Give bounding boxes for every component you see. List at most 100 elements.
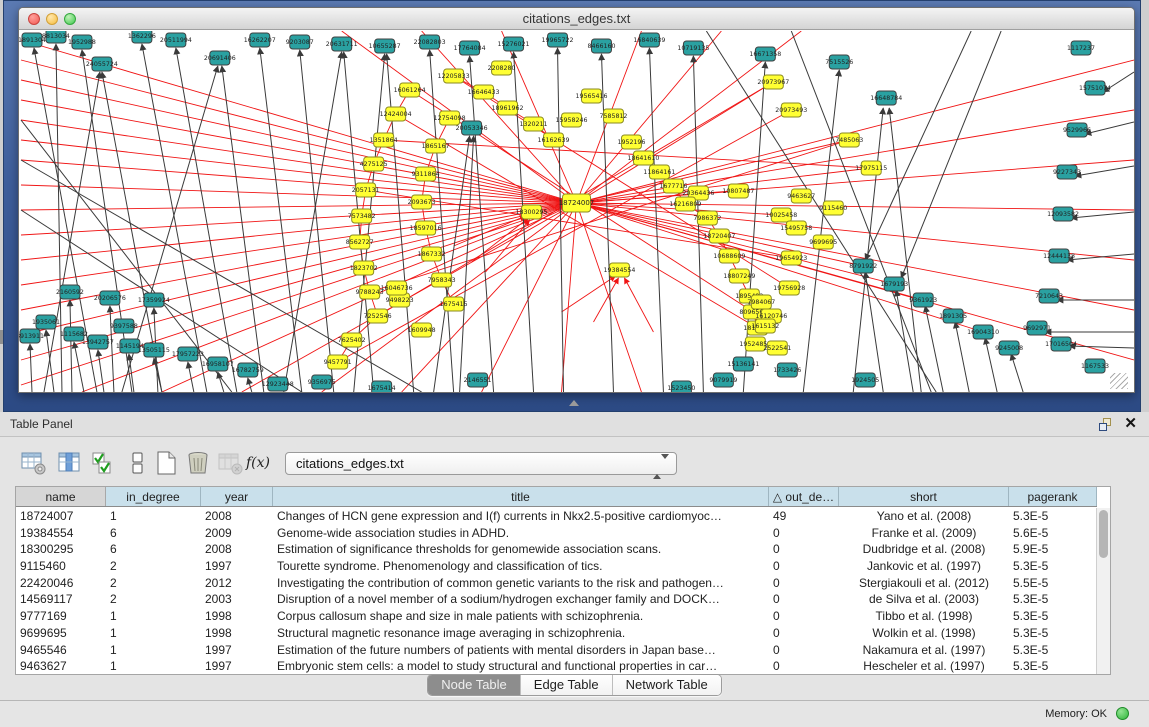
table-cell[interactable]: 18300295 — [16, 541, 106, 558]
table-cell[interactable]: 5.6E-5 — [1009, 525, 1097, 542]
graph-node[interactable]: 9203087 — [286, 35, 314, 49]
table-cell[interactable]: Estimation of the future numbers of pati… — [273, 642, 769, 659]
graph-node[interactable]: 9227343 — [1053, 165, 1081, 179]
graph-node[interactable]: 15276021 — [498, 37, 530, 51]
table-cell[interactable]: de Silva et al. (2003) — [839, 591, 1009, 608]
table-cell[interactable]: Wolkin et al. (1998) — [839, 625, 1009, 642]
table-cell[interactable]: Investigating the contribution of common… — [273, 575, 769, 592]
table-cell[interactable]: 49 — [769, 508, 839, 525]
new-column-icon[interactable] — [152, 450, 180, 476]
graph-node[interactable]: 16061264 — [394, 83, 426, 97]
window-resize-grip[interactable] — [1110, 373, 1128, 389]
table-header-cell[interactable]: in_degree — [106, 487, 201, 506]
table-row[interactable]: 946554611997Estimation of the future num… — [16, 642, 1097, 659]
graph-node[interactable]: 1924505 — [851, 373, 879, 387]
graph-node[interactable]: 1523450 — [667, 381, 695, 392]
table-cell[interactable]: Genome-wide association studies in ADHD. — [273, 525, 769, 542]
graph-node[interactable]: 2160592 — [56, 285, 84, 299]
graph-node[interactable]: 17764084 — [454, 41, 486, 55]
vertical-scrollbar[interactable] — [1096, 508, 1110, 674]
graph-node[interactable]: 1867332 — [418, 247, 446, 261]
delete-columns-icon[interactable] — [184, 450, 212, 476]
graph-node[interactable]: 1891305 — [939, 309, 967, 323]
table-cell[interactable]: 9699695 — [16, 625, 106, 642]
table-cell[interactable]: 2 — [106, 591, 201, 608]
window-close-button[interactable] — [28, 13, 40, 25]
table-row[interactable]: 1938455462009Genome-wide association stu… — [16, 525, 1097, 542]
graph-node[interactable]: 9245008 — [995, 341, 1023, 355]
table-row[interactable]: 977716911998Corpus callosum shape and si… — [16, 608, 1097, 625]
graph-node[interactable]: 7515526 — [825, 55, 853, 69]
graph-node[interactable]: 7986372 — [693, 211, 721, 225]
show-columns-icon[interactable] — [56, 450, 84, 476]
table-cell[interactable]: 9465546 — [16, 642, 106, 659]
graph-node[interactable]: 9529966 — [1063, 123, 1091, 137]
graph-node[interactable]: 7984067 — [747, 295, 775, 309]
table-select[interactable]: citations_edges.txt — [285, 452, 677, 475]
table-cell[interactable]: Yano et al. (2008) — [839, 508, 1009, 525]
table-row[interactable]: 911546021997Tourette syndrome. Phenomeno… — [16, 558, 1097, 575]
graph-node[interactable]: 1935061 — [32, 315, 60, 329]
graph-node[interactable]: 1351864 — [370, 133, 398, 147]
table-cell[interactable]: 9115460 — [16, 558, 106, 575]
graph-node[interactable]: 9463627 — [787, 189, 815, 203]
graph-node[interactable]: 20691406 — [204, 51, 236, 65]
table-cell[interactable]: Jankovic et al. (1997) — [839, 558, 1009, 575]
table-cell[interactable]: 0 — [769, 608, 839, 625]
graph-node[interactable]: 15751074 — [1079, 81, 1111, 95]
graph-node[interactable]: 10719135 — [677, 41, 709, 55]
tab-node-table[interactable]: Node Table — [428, 675, 521, 695]
table-cell[interactable]: 6 — [106, 525, 201, 542]
table-cell[interactable]: 5.3E-5 — [1009, 658, 1097, 675]
table-cell[interactable]: 0 — [769, 558, 839, 575]
graph-node[interactable]: 7252546 — [364, 309, 392, 323]
table-cell[interactable]: Structural magnetic resonance image aver… — [273, 625, 769, 642]
graph-node[interactable]: 1609948 — [408, 323, 436, 337]
graph-node[interactable]: 1362296 — [128, 31, 156, 43]
panel-splitter-handle[interactable] — [569, 400, 579, 406]
graph-node[interactable]: 8562727 — [346, 235, 374, 249]
graph-node[interactable]: 1167533 — [1081, 359, 1109, 373]
table-row[interactable]: 2242004622012Investigating the contribut… — [16, 575, 1097, 592]
table-cell[interactable]: 2 — [106, 558, 201, 575]
graph-node[interactable]: 2208280 — [488, 61, 516, 75]
graph-node[interactable]: 16262207 — [244, 33, 276, 47]
graph-node[interactable]: 20206576 — [94, 291, 126, 305]
graph-node[interactable]: 1615132 — [751, 319, 779, 333]
graph-node[interactable]: 1952988 — [68, 35, 96, 49]
table-cell[interactable]: 2 — [106, 575, 201, 592]
graph-node[interactable]: 1823702 — [350, 261, 378, 275]
window-zoom-button[interactable] — [64, 13, 76, 25]
graph-node[interactable]: 1679193 — [880, 277, 908, 291]
table-cell[interactable]: 5.3E-5 — [1009, 608, 1097, 625]
table-cell[interactable]: 1 — [106, 642, 201, 659]
graph-node[interactable]: 16671358 — [749, 47, 781, 61]
graph-node[interactable]: 10025458 — [765, 208, 797, 222]
graph-node[interactable]: 8466160 — [587, 39, 615, 53]
scrollbar-thumb[interactable] — [1099, 510, 1108, 558]
graph-node[interactable]: 19384554 — [603, 263, 635, 277]
table-cell[interactable]: Embryonic stem cells: a model to study s… — [273, 658, 769, 675]
table-cell[interactable]: Franke et al. (2009) — [839, 525, 1009, 542]
graph-node[interactable]: 2522541 — [763, 341, 791, 355]
graph-node[interactable]: 20973967 — [757, 75, 789, 89]
table-row[interactable]: 1456911722003Disruption of a novel membe… — [16, 591, 1097, 608]
table-cell[interactable]: 1997 — [201, 558, 273, 575]
table-mode-icon[interactable] — [124, 450, 152, 476]
table-row[interactable]: 946362711997Embryonic stem cells: a mode… — [16, 658, 1097, 675]
table-cell[interactable]: 1 — [106, 658, 201, 675]
table-cell[interactable]: 6 — [106, 541, 201, 558]
graph-node[interactable]: 1320211 — [520, 117, 548, 131]
graph-node[interactable]: 1952196 — [617, 135, 645, 149]
graph-node[interactable]: 15495758 — [780, 221, 812, 235]
graph-node[interactable]: 10807487 — [722, 184, 754, 198]
table-cell[interactable]: Stergiakouli et al. (2012) — [839, 575, 1009, 592]
window-minimize-button[interactable] — [46, 13, 58, 25]
graph-node[interactable]: 9788243 — [356, 285, 384, 299]
graph-node[interactable]: 22082803 — [414, 35, 446, 49]
graph-node[interactable]: 12205833 — [438, 69, 470, 83]
table-cell[interactable]: 14569117 — [16, 591, 106, 608]
graph-node[interactable]: 3913911 — [19, 329, 44, 343]
graph-node[interactable]: 17975115 — [855, 161, 887, 175]
graph-node[interactable]: 19756928 — [773, 281, 805, 295]
